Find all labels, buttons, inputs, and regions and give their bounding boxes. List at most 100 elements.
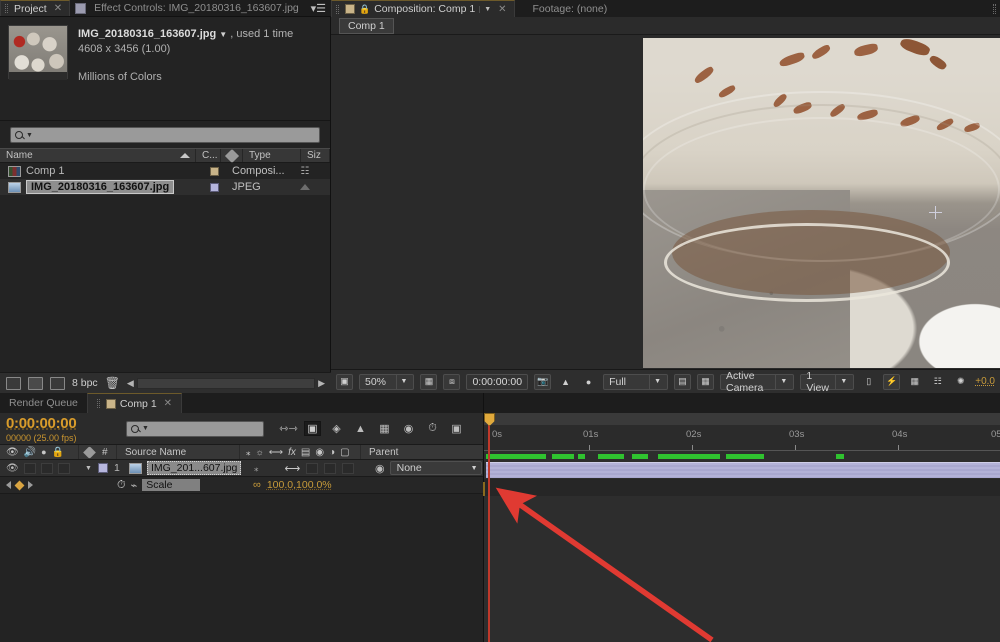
graph-icon[interactable]: ⌁	[131, 479, 138, 492]
auto-keyframe-icon[interactable]: ⏱	[424, 421, 441, 436]
trash-icon[interactable]: 🗑	[105, 376, 120, 390]
composition-viewer-stage[interactable]	[331, 35, 1000, 369]
motion-blur-icon[interactable]: ◉	[315, 447, 324, 458]
label-color-swatch[interactable]	[196, 167, 232, 176]
layer-source-name[interactable]: IMG_201...607.jpg	[125, 460, 250, 476]
project-search-input[interactable]: ▼	[10, 127, 320, 143]
always-preview-this-view-icon[interactable]: ▣	[336, 374, 353, 390]
region-of-interest-icon[interactable]: ⧈	[443, 374, 460, 390]
solo-toggle[interactable]	[41, 463, 53, 474]
close-icon[interactable]: ✕	[164, 398, 172, 409]
add-keyframe-icon[interactable]	[15, 480, 25, 490]
layer-duration-bar[interactable]	[486, 462, 1000, 478]
show-snapshot-icon[interactable]: ▲	[557, 374, 574, 390]
tab-grip[interactable]	[336, 5, 339, 14]
column-label[interactable]	[221, 149, 243, 162]
next-keyframe-icon[interactable]	[28, 481, 33, 489]
fx-icon[interactable]: fx	[288, 447, 296, 458]
brainstorm-icon[interactable]: ▣	[448, 421, 465, 436]
column-size[interactable]: Siz	[301, 149, 330, 162]
motion-blur-icon[interactable]: ▦	[376, 421, 393, 436]
link-constrain-icon[interactable]: ∞	[253, 479, 261, 491]
draft-3d-icon[interactable]: ▣	[304, 421, 321, 436]
quality-icon[interactable]: ⟷	[269, 447, 283, 458]
timeline-search-input[interactable]: ▼	[126, 421, 264, 437]
collapse-icon[interactable]: ☼	[256, 447, 264, 457]
new-folder-icon[interactable]	[28, 377, 43, 390]
current-time-display[interactable]: 0:00:00:00	[466, 374, 528, 390]
reset-exposure-icon[interactable]: ✺	[952, 374, 969, 390]
shy-icon[interactable]: ⁎	[254, 463, 259, 474]
tab-grip[interactable]	[97, 399, 100, 408]
tab-grip[interactable]	[5, 4, 8, 13]
scroll-track[interactable]	[137, 378, 315, 389]
timeline-icon[interactable]: ▦	[906, 374, 923, 390]
lock-icon[interactable]: 🔒	[359, 4, 370, 15]
timeline-graph-area[interactable]: 0s 01s 02s 03s 04s 05	[484, 413, 1000, 642]
hide-shy-layers-icon[interactable]: ◈	[328, 421, 345, 436]
timeline-current-time[interactable]: 0:00:00:00	[6, 415, 118, 432]
eye-icon[interactable]: 👁	[6, 447, 19, 458]
property-keyframe-lane[interactable]	[484, 479, 1000, 496]
timeline-tracks[interactable]	[484, 451, 1000, 642]
column-comment[interactable]: C...	[196, 149, 221, 162]
sort-ascending-icon[interactable]	[180, 153, 190, 158]
comp-flowchart-icon[interactable]: ☷	[929, 374, 946, 390]
frame-blend-icon[interactable]: ▤	[301, 447, 310, 458]
chevron-down-icon[interactable]: ▼	[479, 6, 491, 13]
subtab-comp1[interactable]: Comp 1	[339, 18, 394, 34]
chevron-down-icon[interactable]: ▼	[142, 425, 149, 432]
label-tag-icon[interactable]	[83, 446, 96, 459]
tab-effect-controls[interactable]: Effect Controls: IMG_20180316_163607.jpg	[70, 0, 306, 16]
scroll-right-arrow-icon[interactable]: ▶	[318, 378, 325, 389]
show-channel-icon[interactable]: ●	[580, 374, 597, 390]
adjustment-icon[interactable]: ◑	[329, 447, 335, 458]
toggle-pixel-aspect-icon[interactable]: ▯	[860, 374, 877, 390]
chevron-down-icon[interactable]: ▼	[835, 375, 851, 389]
toggle-transparency-grid-icon[interactable]: ▤	[674, 374, 691, 390]
chevron-down-icon[interactable]: ▼	[26, 132, 33, 139]
scroll-left-arrow-icon[interactable]: ◀	[127, 378, 134, 389]
tab-composition-comp1[interactable]: 🔒 Composition: Comp 1 ▼ ✕	[331, 0, 515, 17]
composition-mini-flowchart-icon[interactable]: ⇿⇾	[280, 421, 297, 436]
panel-menu-icon[interactable]: ▾☰	[306, 0, 331, 16]
eye-icon[interactable]: 👁	[6, 463, 19, 474]
chevron-down-icon[interactable]: ▼	[649, 375, 665, 389]
tab-render-queue[interactable]: Render Queue	[0, 393, 87, 413]
shy-icon[interactable]: ⁎	[246, 447, 251, 458]
resolution-dropdown[interactable]: Full ▼	[603, 374, 668, 390]
chevron-down-icon[interactable]: ▼	[85, 465, 92, 472]
choose-grid-and-guides-icon[interactable]: ▦	[420, 374, 437, 390]
close-icon[interactable]: ✕	[54, 3, 62, 14]
parent-pickwhip-icon[interactable]: ◉	[375, 462, 385, 475]
new-composition-icon[interactable]	[6, 377, 21, 390]
view-layout-dropdown[interactable]: 1 View ▼	[800, 374, 854, 390]
toggle-mask-icon[interactable]: ▦	[697, 374, 714, 390]
lock-toggle[interactable]	[58, 463, 70, 474]
adjustment-toggle[interactable]	[342, 463, 354, 474]
flowchart-icon[interactable]: ☷	[290, 166, 320, 177]
chevron-down-icon[interactable]: ▼	[396, 375, 412, 389]
3d-icon[interactable]: ▢	[340, 447, 349, 458]
audio-toggle[interactable]	[24, 463, 36, 474]
tab-project[interactable]: Project ✕	[0, 0, 70, 16]
timeline-current-time-block[interactable]: 0:00:00:00 00000 (25.00 fps)	[6, 415, 118, 443]
stopwatch-icon[interactable]: ⏱	[117, 479, 126, 492]
label-color-swatch[interactable]	[196, 183, 232, 192]
project-horizontal-scrollbar[interactable]: ◀ ▶	[127, 377, 325, 390]
motion-blur-toggle[interactable]	[324, 463, 336, 474]
project-row-image[interactable]: IMG_20180316_163607.jpg JPEG	[0, 179, 330, 195]
exposure-value[interactable]: +0.0	[975, 376, 995, 387]
column-type[interactable]: Type	[243, 149, 301, 162]
new-solid-icon[interactable]	[50, 377, 65, 390]
tab-comp1-timeline[interactable]: Comp 1 ✕	[87, 393, 182, 413]
audio-icon[interactable]: 🔊	[24, 447, 36, 458]
previous-keyframe-icon[interactable]	[6, 481, 11, 489]
quality-icon[interactable]: ⟷	[285, 462, 301, 475]
panel-grip[interactable]	[989, 0, 1000, 17]
close-icon[interactable]: ✕	[498, 4, 506, 15]
frame-blend-toggle[interactable]	[306, 463, 318, 474]
color-depth-button[interactable]: 8 bpc	[72, 377, 98, 389]
column-name[interactable]: Name	[0, 149, 196, 162]
fast-previews-icon[interactable]: ⚡	[883, 374, 900, 390]
